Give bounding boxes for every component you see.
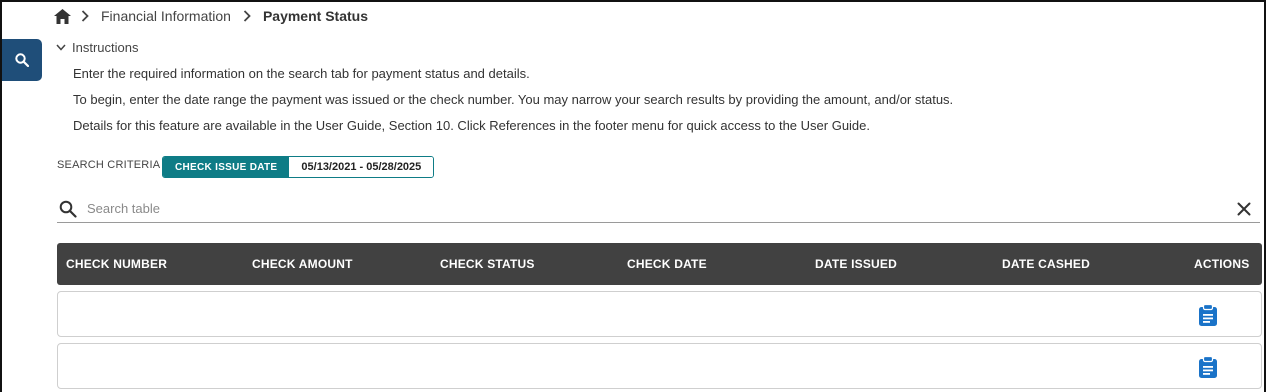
search-icon [59,199,79,219]
chevron-right-icon [243,10,253,22]
search-panel-tab[interactable] [2,39,42,81]
column-header-date-cashed[interactable]: DATE CASHED [1002,257,1090,271]
chevron-down-icon [56,43,66,53]
page-frame: Financial Information Payment Status Ins… [0,0,1266,392]
instruction-line: To begin, enter the date range the payme… [73,92,954,107]
column-header-check-amount[interactable]: CHECK AMOUNT [252,257,353,271]
instructions-toggle[interactable]: Instructions [56,40,138,55]
search-criteria-label: SEARCH CRITERIA [57,159,161,171]
home-icon[interactable] [54,8,71,25]
criteria-chip-value: 05/13/2021 - 05/28/2025 [289,157,434,177]
close-icon[interactable] [1234,199,1254,219]
column-header-check-number[interactable]: CHECK NUMBER [66,257,167,271]
breadcrumb: Financial Information Payment Status [54,7,368,25]
column-header-actions: ACTIONS [1194,257,1250,271]
search-icon [15,53,29,67]
chevron-right-icon [81,10,91,22]
column-header-check-date[interactable]: CHECK DATE [627,257,707,271]
breadcrumb-item-financial-information[interactable]: Financial Information [101,8,231,24]
column-header-check-status[interactable]: CHECK STATUS [440,257,535,271]
table-search-input[interactable] [87,201,1234,216]
clipboard-icon[interactable] [1197,303,1219,327]
instructions-label: Instructions [72,40,139,55]
instruction-line: Details for this feature are available i… [73,118,871,133]
table-search-bar [57,195,1260,223]
instruction-line: Enter the required information on the se… [73,66,530,81]
column-header-date-issued[interactable]: DATE ISSUED [815,257,897,271]
clipboard-icon[interactable] [1197,355,1219,379]
table-header: CHECK NUMBER CHECK AMOUNT CHECK STATUS C… [57,243,1262,285]
breadcrumb-item-payment-status: Payment Status [262,8,368,24]
search-criteria-chip[interactable]: CHECK ISSUE DATE 05/13/2021 - 05/28/2025 [162,156,435,178]
table-row [57,343,1262,389]
table-row [57,291,1262,337]
criteria-chip-key: CHECK ISSUE DATE [163,157,290,177]
